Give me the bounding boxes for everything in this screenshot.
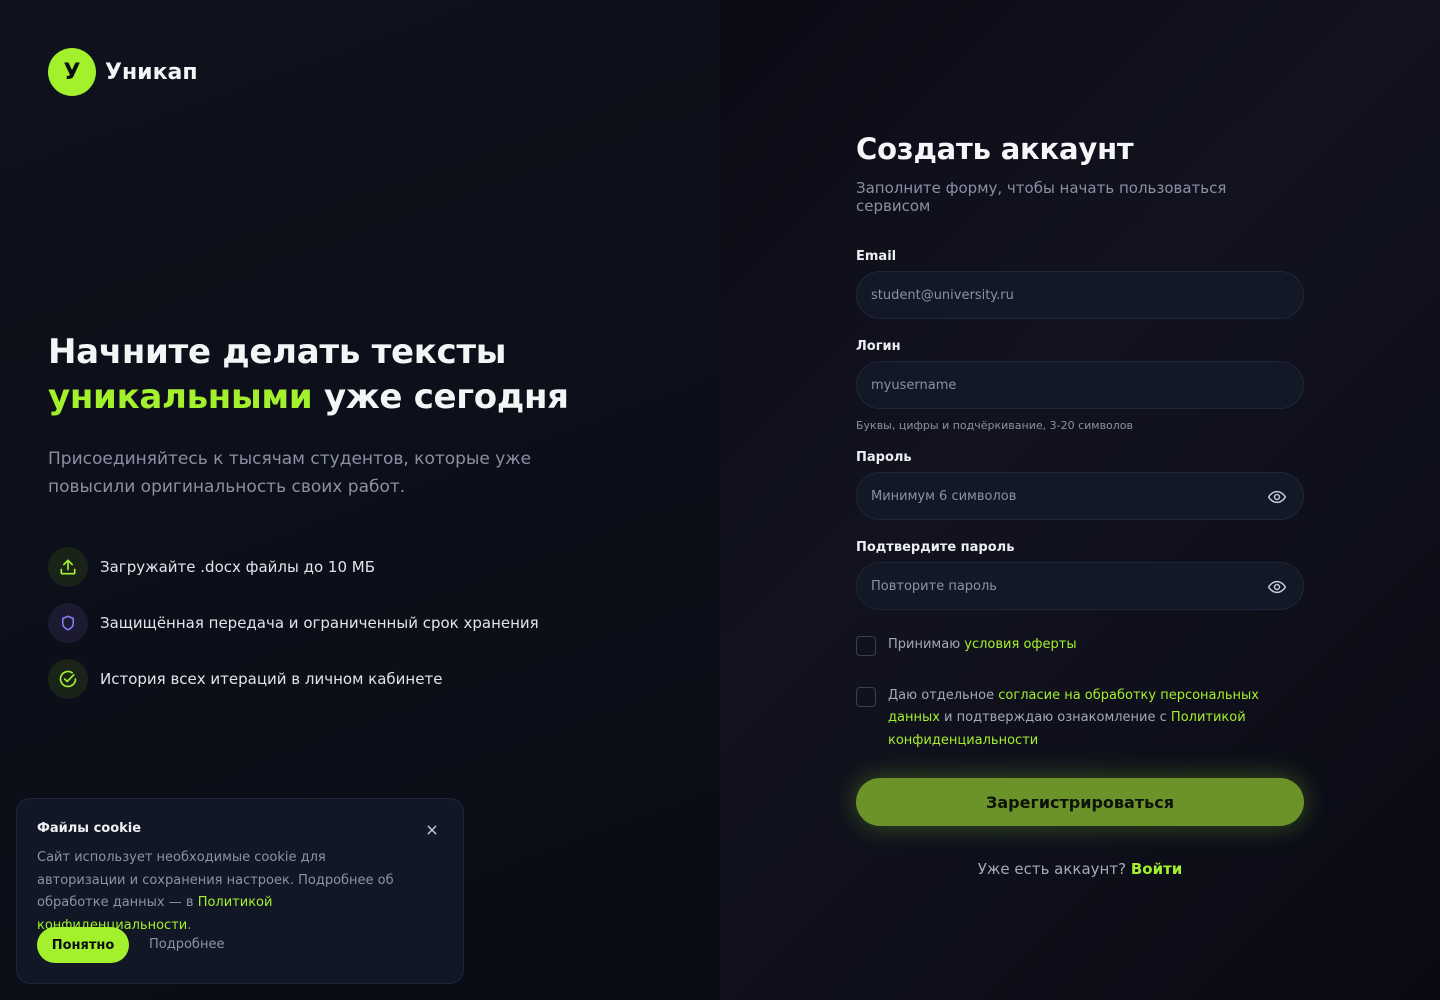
close-icon[interactable] (423, 821, 441, 839)
form-subtitle: Заполните форму, чтобы начать пользовать… (856, 179, 1227, 215)
email-label: Email (856, 249, 897, 264)
brand-name: Уникап (105, 59, 198, 85)
hero-lead: Присоединяйтесь к тысячам студентов, кот… (48, 449, 532, 497)
login-prompt: Уже есть аккаунт? Войти (856, 860, 1304, 878)
password-field-wrapper (856, 472, 1304, 520)
login-field-wrapper (856, 361, 1304, 409)
upload-icon (48, 547, 88, 587)
cookie-accept-button[interactable]: Понятно (37, 927, 129, 963)
offer-prefix: Принимаю (888, 637, 965, 652)
login-label: Логин (856, 339, 901, 354)
confirm-password-label: Подтвердите пароль (856, 540, 1015, 555)
cookie-text-end: . (187, 917, 192, 933)
register-button[interactable]: Зарегистрироваться (856, 778, 1304, 826)
cookie-more-link[interactable]: Подробнее (149, 937, 224, 952)
personal-data-checkbox[interactable] (856, 686, 876, 707)
feature-text: История всех итераций в личном кабинете (100, 670, 443, 688)
consent-prefix: Даю отдельное (888, 687, 999, 703)
feature-text: Загружайте .docx файлы до 10 МБ (100, 558, 376, 576)
signup-form: Создать аккаунт Заполните форму, чтобы н… (856, 132, 1304, 878)
logo-mark: У (48, 48, 96, 96)
login-hint: Буквы, цифры и подчёркивание, 3-20 симво… (856, 419, 1134, 432)
hero-title-line1: Начните делать тексты (48, 332, 507, 372)
email-field-wrapper (856, 271, 1304, 319)
shield-icon (48, 603, 88, 643)
personal-data-consent-row: Даю отдельное согласие на обработку перс… (856, 685, 1304, 753)
password-field[interactable] (871, 488, 1289, 504)
eye-icon[interactable] (1267, 487, 1287, 507)
feature-item: Загружайте .docx файлы до 10 МБ (48, 547, 539, 587)
email-field[interactable] (871, 287, 1289, 303)
hero-title-rest: уже сегодня (324, 377, 569, 417)
confirm-password-field-wrapper (856, 562, 1304, 610)
form-title: Создать аккаунт (856, 132, 1134, 166)
consent-middle: и подтверждаю ознакомление с (939, 710, 1171, 725)
feature-item: Защищённая передача и ограниченный срок … (48, 603, 539, 643)
feature-text: Защищённая передача и ограниченный срок … (100, 614, 539, 632)
offer-consent-row: Принимаю условия оферты (856, 636, 1304, 657)
hero: Начните делать тексты уникальными уже се… (48, 330, 668, 501)
login-field[interactable] (871, 377, 1289, 393)
cookie-title: Файлы cookie (37, 821, 142, 836)
login-link[interactable]: Войти (1131, 860, 1182, 878)
confirm-password-field[interactable] (871, 578, 1289, 594)
check-circle-icon (48, 659, 88, 699)
personal-data-text: Даю отдельное согласие на обработку перс… (888, 685, 1268, 753)
feature-list: Загружайте .docx файлы до 10 МБ Защищённ… (48, 547, 539, 715)
have-account-text: Уже есть аккаунт? (977, 860, 1131, 878)
hero-title-accent: уникальными (48, 377, 313, 417)
eye-icon[interactable] (1267, 577, 1287, 597)
hero-title: Начните делать тексты уникальными уже се… (48, 330, 668, 420)
offer-link[interactable]: условия оферты (964, 637, 1076, 652)
brand-logo[interactable]: У Уникап (48, 48, 198, 96)
offer-text: Принимаю условия оферты (888, 634, 1268, 657)
cookie-banner: Файлы cookie Сайт использует необходимые… (16, 798, 464, 984)
feature-item: История всех итераций в личном кабинете (48, 659, 539, 699)
offer-checkbox[interactable] (856, 636, 876, 656)
cookie-text: Сайт использует необходимые cookie для а… (37, 847, 417, 937)
password-label: Пароль (856, 450, 912, 465)
